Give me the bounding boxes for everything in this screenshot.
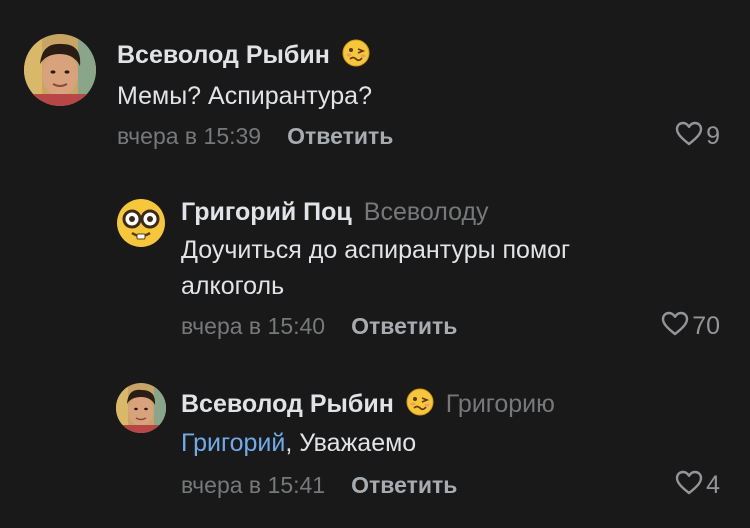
comment-text-content: , Уважаемо bbox=[285, 429, 417, 457]
reply-button[interactable]: Ответить bbox=[351, 472, 457, 499]
reply-to-label[interactable]: Всеволоду bbox=[364, 198, 489, 227]
comment-text: Доучиться до аспирантуры помог алкоголь bbox=[181, 236, 571, 300]
user-photo-avatar[interactable] bbox=[24, 34, 96, 106]
author-name[interactable]: Всеволод Рыбин bbox=[181, 390, 394, 419]
heart-icon bbox=[661, 311, 689, 341]
user-photo-avatar[interactable] bbox=[116, 383, 166, 433]
woozy-face-emoji-icon bbox=[342, 39, 370, 72]
nerd-face-emoji-avatar[interactable] bbox=[116, 198, 166, 248]
comments-thread: Всеволод Рыбин Мемы? Аспирантура? вчера … bbox=[0, 0, 750, 528]
heart-icon bbox=[675, 470, 703, 500]
comment-header: Всеволод Рыбин Григорию bbox=[181, 388, 555, 421]
comment: Всеволод Рыбин Григорию Григорий, Уважае… bbox=[0, 350, 750, 528]
comment-header: Григорий Поц Всеволоду bbox=[181, 197, 489, 227]
mention-link[interactable]: Григорий bbox=[181, 429, 285, 457]
like-count: 70 bbox=[692, 311, 720, 340]
heart-icon bbox=[675, 121, 703, 151]
like-button[interactable]: 9 bbox=[675, 121, 720, 151]
comment-meta: вчера в 15:40 Ответить bbox=[181, 311, 457, 341]
comment: Всеволод Рыбин Мемы? Аспирантура? вчера … bbox=[0, 0, 750, 160]
reply-button[interactable]: Ответить bbox=[287, 123, 393, 150]
like-button[interactable]: 4 bbox=[675, 470, 720, 500]
like-count: 9 bbox=[706, 121, 720, 150]
author-name[interactable]: Всеволод Рыбин bbox=[117, 41, 330, 70]
like-button[interactable]: 70 bbox=[661, 311, 720, 341]
comment-text: Мемы? Аспирантура? bbox=[117, 82, 372, 110]
timestamp[interactable]: вчера в 15:41 bbox=[181, 472, 325, 499]
woozy-face-emoji-icon bbox=[406, 388, 434, 421]
comment-header: Всеволод Рыбин bbox=[117, 39, 370, 72]
comment-meta: вчера в 15:41 Ответить bbox=[181, 470, 457, 500]
author-name[interactable]: Григорий Поц bbox=[181, 198, 352, 227]
reply-to-label[interactable]: Григорию bbox=[446, 390, 555, 419]
comment: Григорий Поц Всеволоду Доучиться до аспи… bbox=[0, 160, 750, 350]
like-count: 4 bbox=[706, 470, 720, 499]
reply-button[interactable]: Ответить bbox=[351, 313, 457, 340]
timestamp[interactable]: вчера в 15:39 bbox=[117, 123, 261, 150]
comment-meta: вчера в 15:39 Ответить bbox=[117, 121, 393, 151]
comment-text: Григорий, Уважаемо bbox=[181, 425, 701, 461]
timestamp[interactable]: вчера в 15:40 bbox=[181, 313, 325, 340]
